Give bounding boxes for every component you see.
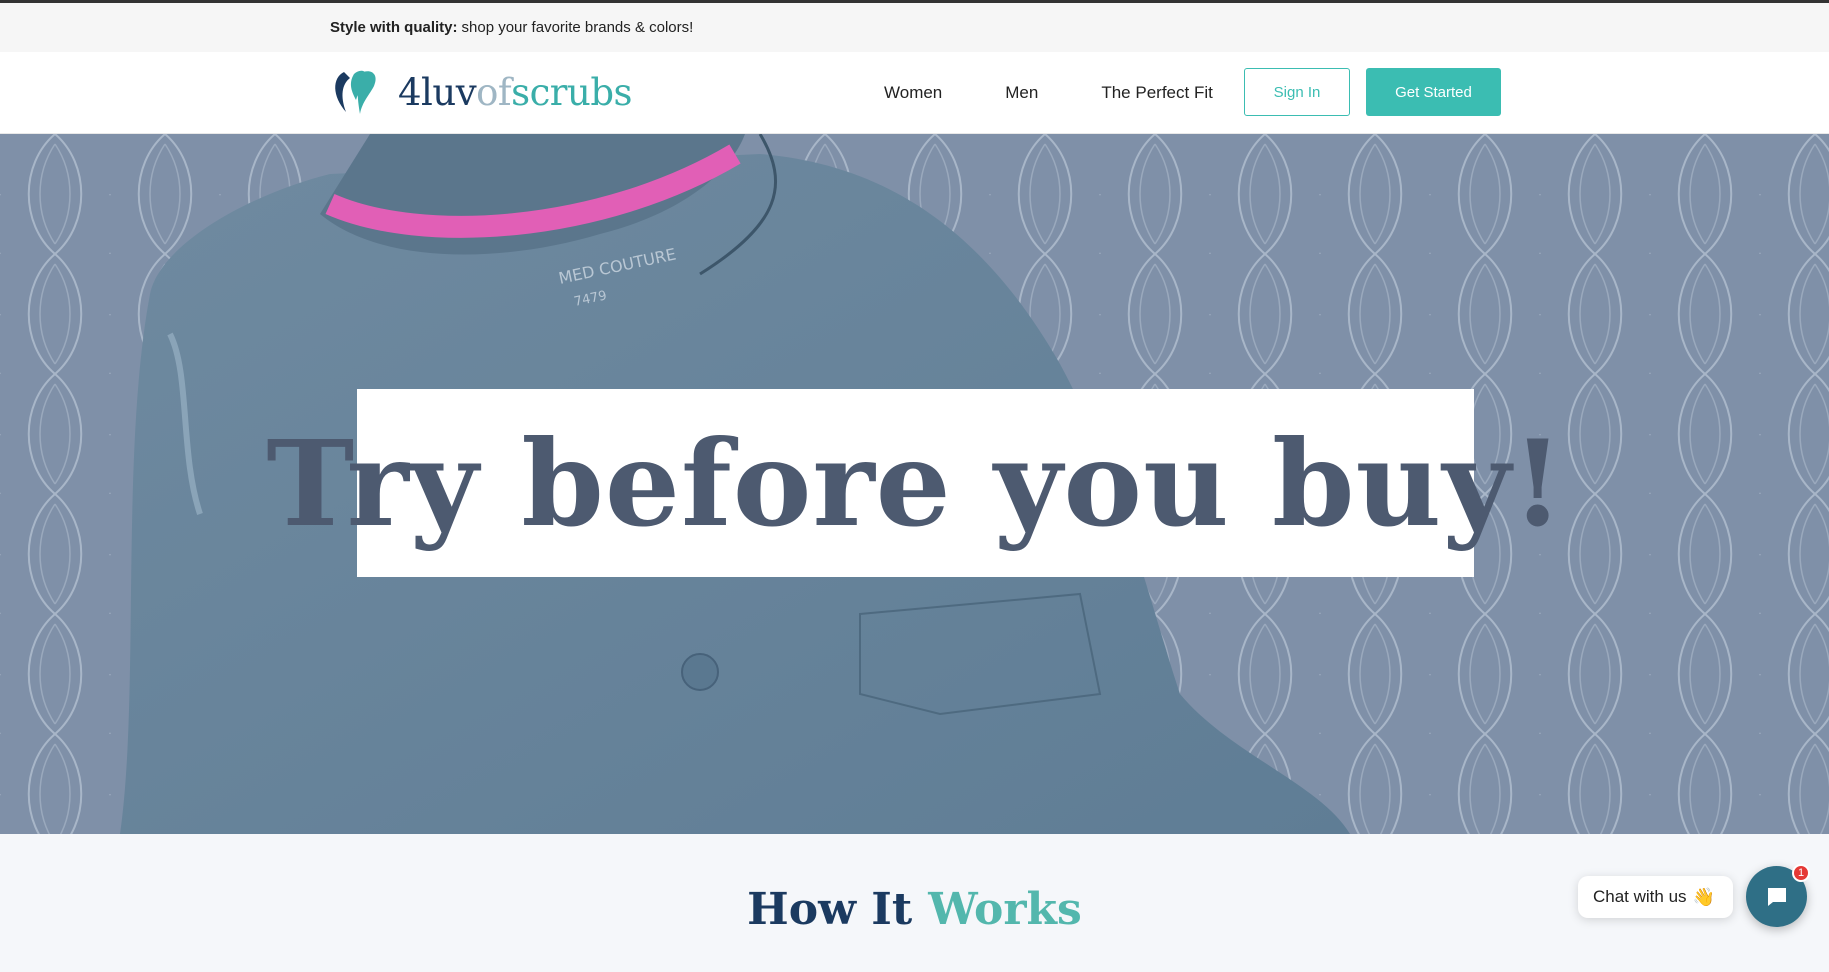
get-started-button[interactable]: Get Started bbox=[1366, 68, 1501, 116]
wave-icon: 👋 bbox=[1692, 886, 1715, 907]
section-title-part2: Works bbox=[928, 884, 1082, 935]
how-it-works-title: How It Works bbox=[0, 884, 1829, 935]
main-nav: Women Men The Perfect Fit bbox=[884, 52, 1213, 134]
heart-logo-icon bbox=[335, 70, 376, 114]
section-title-part1: How It bbox=[747, 884, 913, 935]
nav-men[interactable]: Men bbox=[1005, 83, 1038, 103]
promo-bar: Style with quality: shop your favorite b… bbox=[0, 3, 1829, 52]
nav-women[interactable]: Women bbox=[884, 83, 942, 103]
chat-label: Chat with us bbox=[1593, 887, 1687, 906]
navbar: 4luvofscrubs Women Men The Perfect Fit S… bbox=[0, 52, 1829, 134]
promo-bold: Style with quality: bbox=[330, 19, 458, 36]
hero-banner: MED COUTURE 7479 Try before you buy! bbox=[0, 134, 1829, 834]
nav-perfect-fit[interactable]: The Perfect Fit bbox=[1101, 83, 1212, 103]
chat-with-us-bubble[interactable]: Chat with us 👋 bbox=[1578, 876, 1733, 918]
promo-text: shop your favorite brands & colors! bbox=[461, 19, 694, 36]
sign-in-button[interactable]: Sign In bbox=[1244, 68, 1350, 116]
hero-text-box: Try before you buy! bbox=[266, 389, 1564, 577]
chat-bubble-icon bbox=[1767, 887, 1786, 906]
hero-headline: Try before you buy! bbox=[266, 413, 1565, 553]
logo[interactable]: 4luvofscrubs bbox=[330, 66, 632, 118]
notification-badge: 1 bbox=[1792, 864, 1810, 882]
logo-wordmark: 4luvofscrubs bbox=[398, 70, 632, 114]
